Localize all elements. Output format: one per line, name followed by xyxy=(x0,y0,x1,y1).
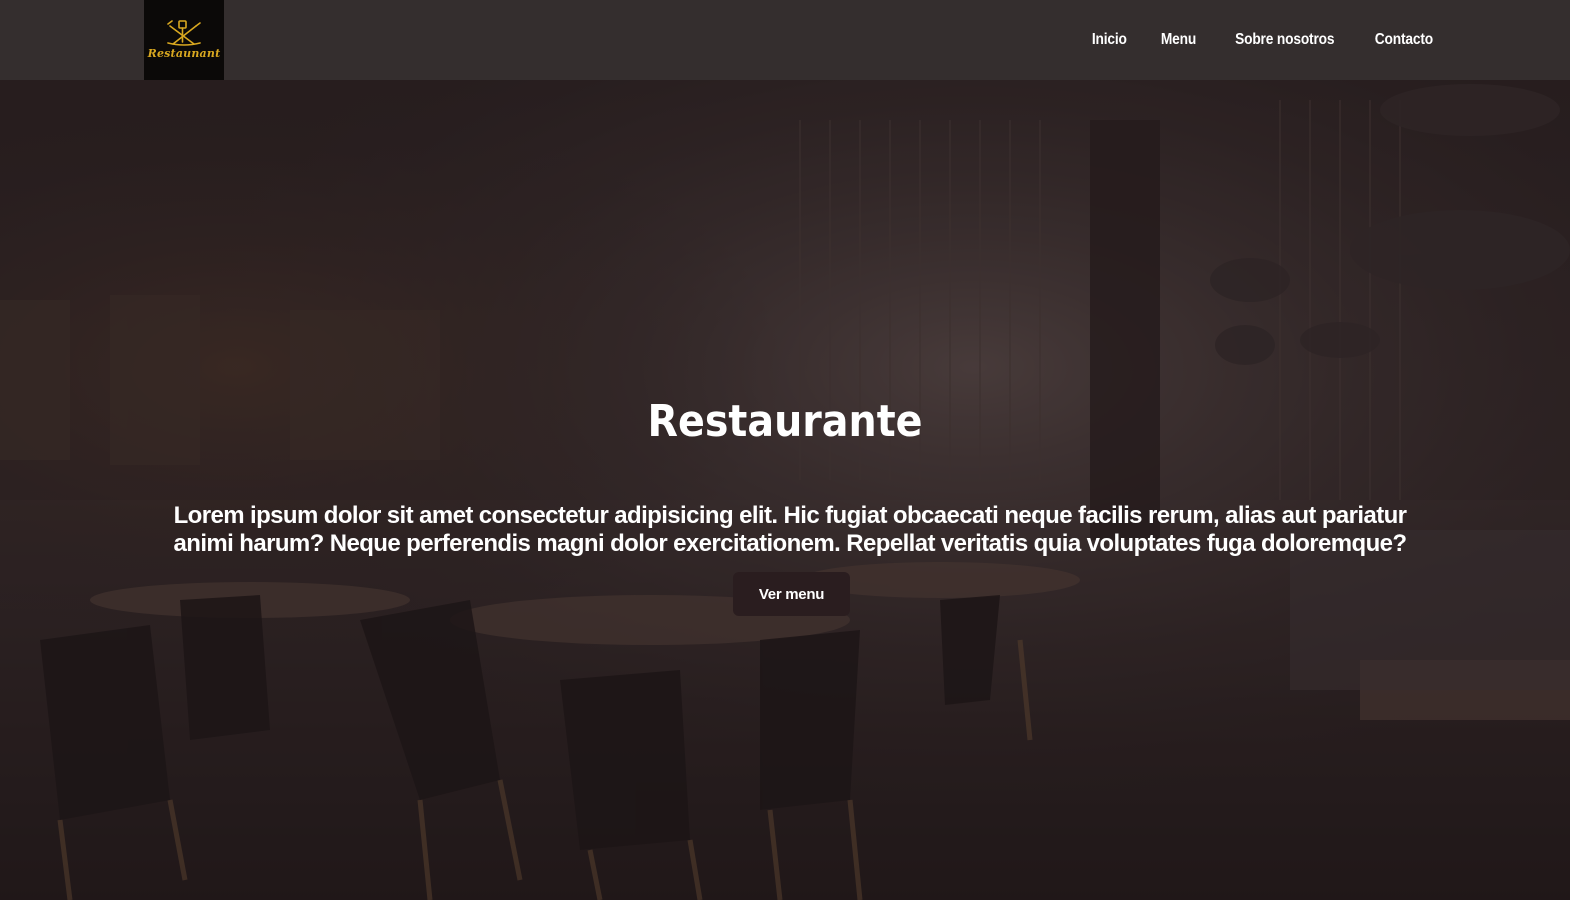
restaurant-logo[interactable]: Restaunant xyxy=(144,0,224,80)
logo-text: Restaunant xyxy=(147,47,221,60)
main-nav: Inicio Menu Sobre nosotros Contacto xyxy=(1089,0,1438,80)
view-menu-button[interactable]: Ver menu xyxy=(733,572,850,616)
nav-link-sobre-nosotros[interactable]: Sobre nosotros xyxy=(1235,31,1334,49)
nav-link-inicio[interactable]: Inicio xyxy=(1092,31,1127,49)
hero-section: Restaurante Lorem ipsum dolor sit amet c… xyxy=(0,80,1570,900)
nav-link-menu[interactable]: Menu xyxy=(1161,31,1196,49)
hero-title: Restaurante xyxy=(647,396,923,447)
navbar: Restaunant Inicio Menu Sobre nosotros Co… xyxy=(0,0,1570,80)
hero-content: Restaurante Lorem ipsum dolor sit amet c… xyxy=(0,80,1570,900)
nav-link-contacto[interactable]: Contacto xyxy=(1375,31,1433,49)
hero-description: Lorem ipsum dolor sit amet consectetur a… xyxy=(173,502,1408,557)
utensils-icon xyxy=(167,20,201,46)
